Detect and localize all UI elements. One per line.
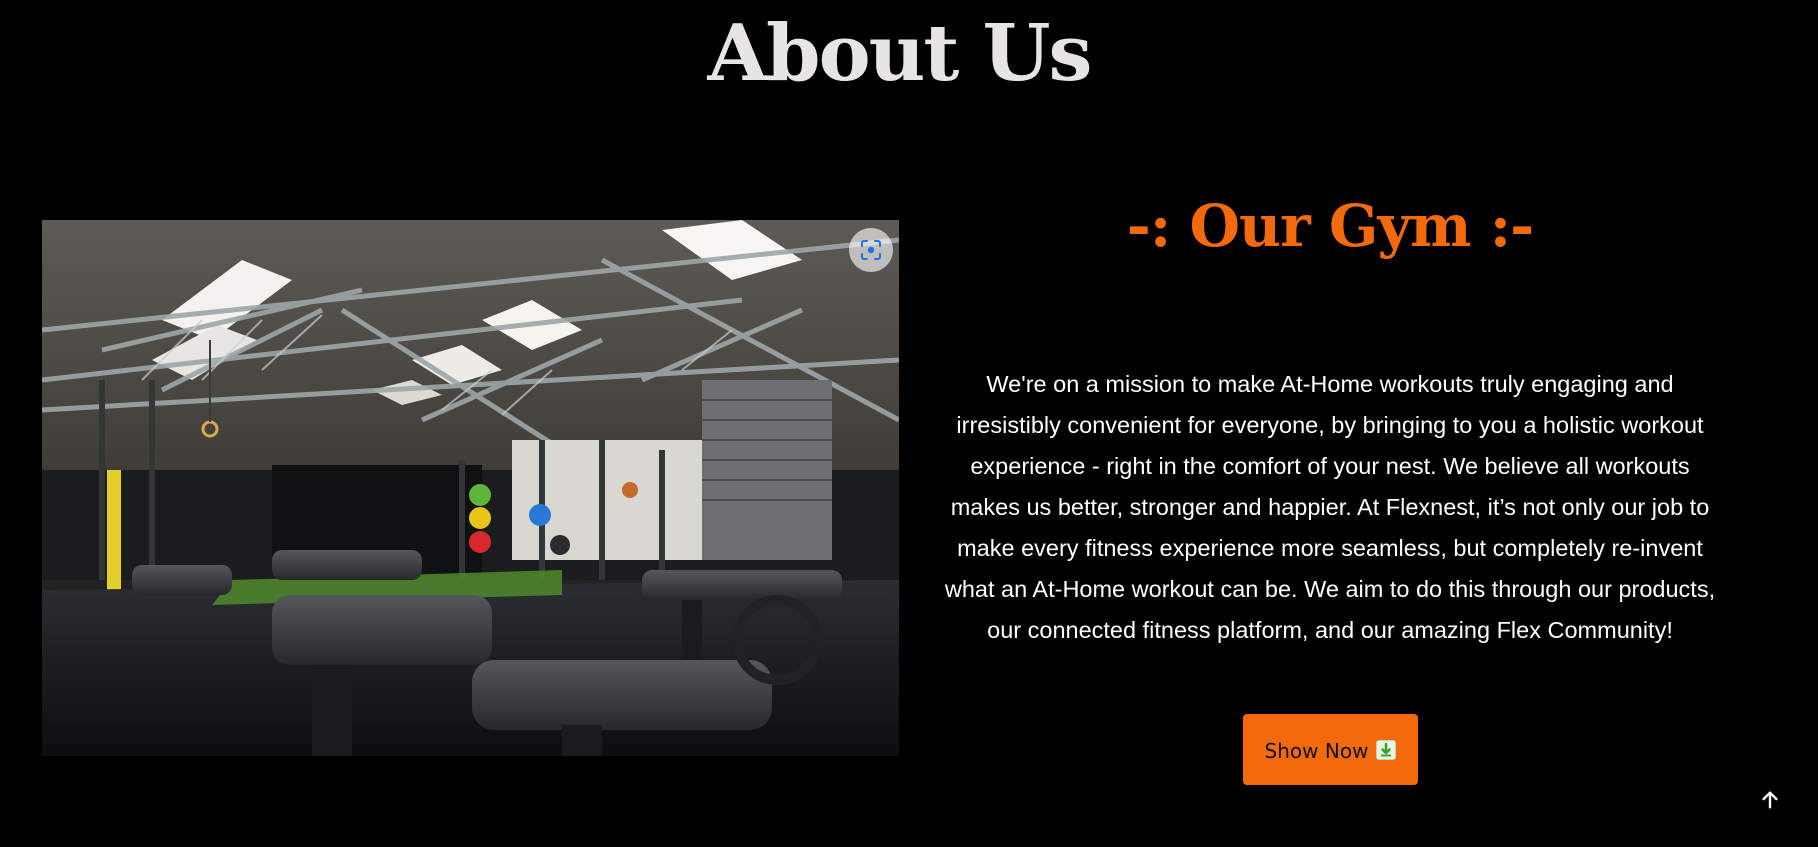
gym-photo [42, 220, 899, 756]
gym-photo-illustration [42, 220, 899, 756]
show-now-button[interactable]: Show Now [1243, 714, 1418, 785]
back-to-top-button[interactable] [1752, 782, 1788, 818]
section-title: About Us [707, 8, 1093, 99]
lens-button[interactable] [849, 228, 893, 272]
lens-icon [861, 240, 881, 260]
arrow-up-icon [1762, 791, 1778, 809]
our-gym-heading: -: Our Gym :- [1126, 192, 1534, 260]
show-now-label: Show Now [1264, 738, 1369, 763]
about-section: About Us -: Our Gym:- We're on a missio… [0, 0, 1818, 847]
download-icon [1376, 739, 1397, 760]
about-paragraph: We're on a mission to make At-Home worko… [944, 371, 1716, 643]
